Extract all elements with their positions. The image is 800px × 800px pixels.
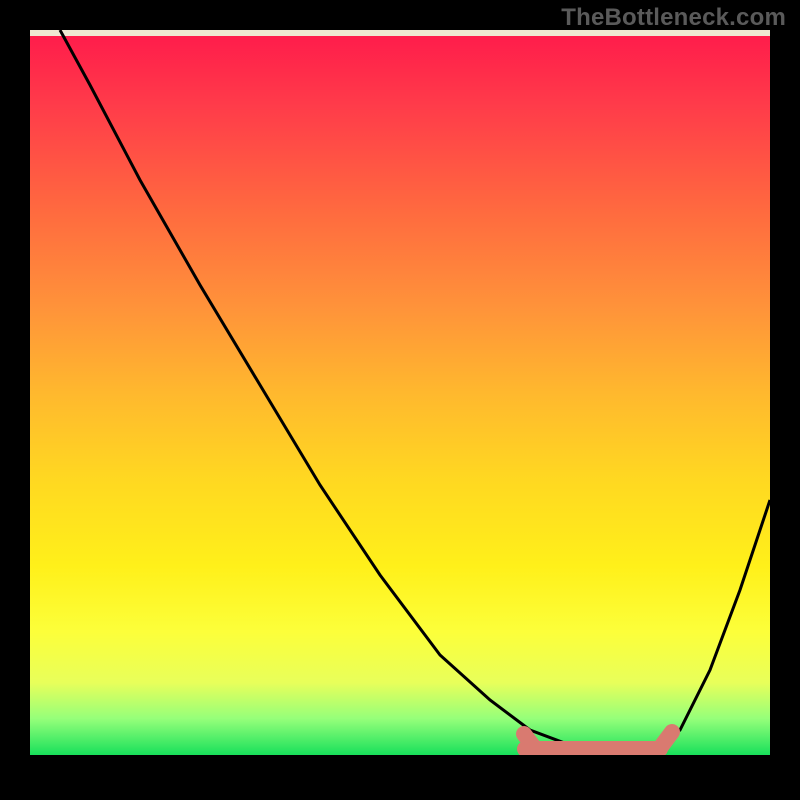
watermark-text: TheBottleneck.com [561, 4, 786, 32]
plot-area [30, 30, 770, 755]
valley-end-right [660, 732, 672, 748]
curve-svg [30, 30, 770, 755]
bottleneck-curve [60, 30, 770, 753]
chart-stage: TheBottleneck.com [0, 0, 800, 800]
